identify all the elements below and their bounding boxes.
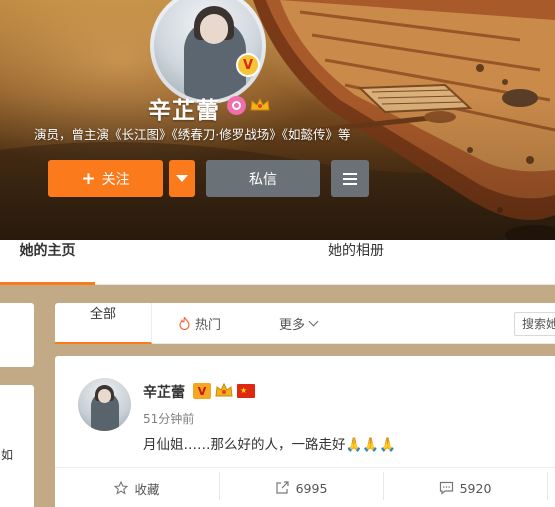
post-timestamp[interactable]: 51分钟前 [143,410,194,427]
profile-nav: 她的主页 她的相册 [0,240,555,285]
feed-filter-bar: 全部 热门 更多 [55,303,555,344]
flame-icon [179,317,190,330]
repost-icon [275,481,289,494]
crown-icon[interactable] [214,382,234,399]
comment-count: 5920 [459,480,492,496]
verified-v-icon: V [236,53,260,77]
filter-tab-hot-label: 热门 [195,318,222,333]
comment-icon [439,481,453,495]
china-flag-icon[interactable]: ★ [237,384,255,398]
repost-count: 6995 [295,480,328,496]
pray-emoji-icon: 🙏🙏🙏 [345,437,396,453]
filter-tab-more[interactable]: 更多 [279,303,319,344]
caret-down-icon [176,175,188,182]
sidebar-clipped-text: 如 [1,448,14,462]
tab-home[interactable]: 她的主页 [0,240,95,285]
filter-tab-more-label: 更多 [279,318,306,333]
comment-button[interactable]: 5920 [383,468,547,507]
sidebar-card [0,303,34,367]
profile-bio: 演员，曾主演《长江图》《绣春刀·修罗战场》《如懿传》等 [34,127,351,142]
chevron-down-icon [308,316,319,327]
divider [547,472,548,500]
follow-button[interactable]: + 关注 [48,160,163,197]
more-menu-button[interactable] [331,160,369,197]
female-icon [227,96,246,115]
filter-tab-all[interactable]: 全部 [55,303,152,344]
profile-name: 辛芷蕾 [148,98,220,124]
follow-dropdown-button[interactable] [169,160,195,197]
profile-cover [0,0,555,240]
filter-tab-hot[interactable]: 热门 [179,303,221,344]
search-input[interactable] [514,312,555,336]
post-content: 月仙姐……那么好的人，一路走好🙏🙏🙏 [143,433,396,453]
hamburger-icon [343,172,357,175]
crown-icon[interactable] [249,97,271,113]
star-icon [114,481,129,495]
verified-v-icon[interactable]: V [193,383,211,399]
message-button[interactable]: 私信 [206,160,320,197]
post-author-avatar[interactable] [78,378,131,431]
tab-album[interactable]: 她的相册 [328,240,384,285]
repost-button[interactable]: 6995 [219,468,383,507]
favorite-button[interactable]: 收藏 [55,468,219,507]
favorite-label: 收藏 [134,481,160,497]
feed-post: 辛芷蕾 V ★ 51分钟前 月仙姐……那么好的人，一路走好🙏🙏🙏 收藏 6995 [55,356,555,507]
post-text: 月仙姐……那么好的人，一路走好 [143,437,346,453]
post-action-bar: 收藏 6995 5920 [55,467,555,507]
follow-button-label: 关注 [101,171,130,188]
plus-icon: + [81,168,96,189]
post-author-name[interactable]: 辛芷蕾 [143,382,185,402]
